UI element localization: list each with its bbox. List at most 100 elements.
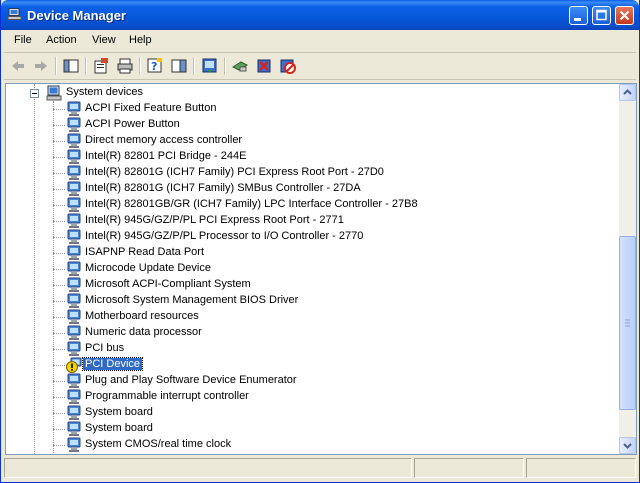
tree-device-item[interactable]: System board [6,405,616,421]
back-button[interactable] [7,56,29,76]
tree-line [53,205,65,206]
tree-line [53,109,65,110]
device-icon [66,309,82,325]
device-icon [66,229,82,245]
device-icon [66,277,82,293]
scroll-thumb[interactable] [619,236,636,410]
warning-icon [66,357,82,373]
tree-device-item[interactable]: System board [6,421,616,437]
tree-device-item[interactable]: PCI bus [6,341,616,357]
device-icon [66,197,82,213]
tree-device-label: ACPI Fixed Feature Button [85,102,217,114]
tree-category-system-devices[interactable]: System devices [6,85,616,101]
tree-device-item[interactable]: Intel(R) 82801 PCI Bridge - 244E [6,149,616,165]
collapse-toggle[interactable] [30,89,39,98]
tree-device-item[interactable]: Programmable interrupt controller [6,389,616,405]
scroll-up-button[interactable] [619,84,636,101]
tree-device-item[interactable]: Numeric data processor [6,325,616,341]
menu-file[interactable]: File [14,34,32,46]
scroll-down-button[interactable] [619,437,636,454]
tree-device-item[interactable]: System CMOS/real time clock [6,437,616,453]
tree-device-label: Intel(R) 82801G (ICH7 Family) SMBus Cont… [85,182,361,194]
tree-line [53,301,65,302]
uninstall-button[interactable] [253,56,275,76]
tree-device-item[interactable]: Intel(R) 945G/GZ/P/PL PCI Express Root P… [6,213,616,229]
tree-line [53,381,65,382]
tree-device-item[interactable]: Direct memory access controller [6,133,616,149]
tree-device-item[interactable]: Microcode Update Device [6,261,616,277]
disable-icon [280,59,296,74]
tree-device-item[interactable]: Microsoft ACPI-Compliant System [6,277,616,293]
device-icon [66,213,82,229]
tree-line [53,157,65,158]
minimize-button[interactable] [569,6,588,25]
tree-line [53,141,65,142]
tree-device-item[interactable]: ACPI Power Button [6,117,616,133]
toolbar-separator [139,57,141,75]
console-pane-icon [171,59,187,73]
tree-device-label: System board [85,406,153,418]
device-icon [66,165,82,181]
menu-help[interactable]: Help [129,34,152,46]
tree-device-label: Microsoft ACPI-Compliant System [85,278,251,290]
forward-button[interactable] [30,56,52,76]
tree-device-label: PCI bus [85,342,125,354]
print-button[interactable] [114,56,136,76]
console-tree-icon [63,59,79,73]
help-icon: ? [147,58,162,73]
tree-line [53,429,65,430]
computer-icon [46,85,62,101]
properties-button[interactable] [90,56,112,76]
tree-device-label: Numeric data processor [85,326,202,338]
update-driver-icon [202,58,217,73]
maximize-button[interactable] [592,6,611,25]
device-icon [66,149,82,165]
tree-device-item[interactable]: Intel(R) 82801G (ICH7 Family) PCI Expres… [6,165,616,181]
tree-device-label: Microcode Update Device [85,262,211,274]
disable-button[interactable] [277,56,299,76]
device-icon [66,101,82,117]
tree-category-label: System devices [66,86,144,98]
tree-device-item[interactable]: Microsoft System Management BIOS Driver [6,293,616,309]
forward-icon [35,61,47,71]
device-icon [66,293,82,309]
device-manager-window: Device Manager File Action View Help ? S… [0,0,640,483]
title-bar[interactable]: Device Manager [1,0,639,30]
tree-device-item[interactable]: Intel(R) 82801GB/GR (ICH7 Family) LPC In… [6,197,616,213]
tree-device-item[interactable]: ISAPNP Read Data Port [6,245,616,261]
tree-line [53,445,65,446]
tree-device-item[interactable]: ACPI Fixed Feature Button [6,101,616,117]
tree-line [53,365,65,366]
uninstall-icon [257,59,271,73]
tree-device-item[interactable]: Intel(R) 945G/GZ/P/PL Processor to I/O C… [6,229,616,245]
close-button[interactable] [615,6,634,25]
tree-device-label: System CMOS/real time clock [85,438,232,450]
vertical-scrollbar[interactable] [619,84,636,454]
tree-device-label: Motherboard resources [85,310,199,322]
toolbar-separator [193,57,195,75]
tree-device-item[interactable]: Intel(R) 82801G (ICH7 Family) SMBus Cont… [6,181,616,197]
tree-device-label: System board [85,422,153,434]
tree-device-label: Programmable interrupt controller [85,390,249,402]
computer-icon [8,8,22,20]
tree-device-label: Intel(R) 82801G (ICH7 Family) PCI Expres… [85,166,384,178]
maximize-icon [596,9,607,21]
device-tree[interactable]: System devices ACPI Fixed Feature Button A… [5,83,637,455]
device-icon [66,117,82,133]
console-pane-button[interactable] [168,56,190,76]
menu-action[interactable]: Action [46,34,77,46]
tree-device-item[interactable]: Plug and Play Software Device Enumerator [6,373,616,389]
tree-line [53,413,65,414]
show-hide-console-tree-button[interactable] [60,56,82,76]
scan-hardware-button[interactable] [229,56,251,76]
properties-icon [94,58,108,74]
update-driver-button[interactable] [199,56,221,76]
tree-device-label: Intel(R) 82801 PCI Bridge - 244E [85,150,247,162]
menu-view[interactable]: View [92,34,116,46]
tree-line [53,189,65,190]
tree-device-label: Plug and Play Software Device Enumerator [85,374,297,386]
device-icon [66,341,82,357]
tree-device-item[interactable]: PCI Device [6,357,616,373]
help-button[interactable]: ? [144,56,166,76]
tree-device-item[interactable]: Motherboard resources [6,309,616,325]
